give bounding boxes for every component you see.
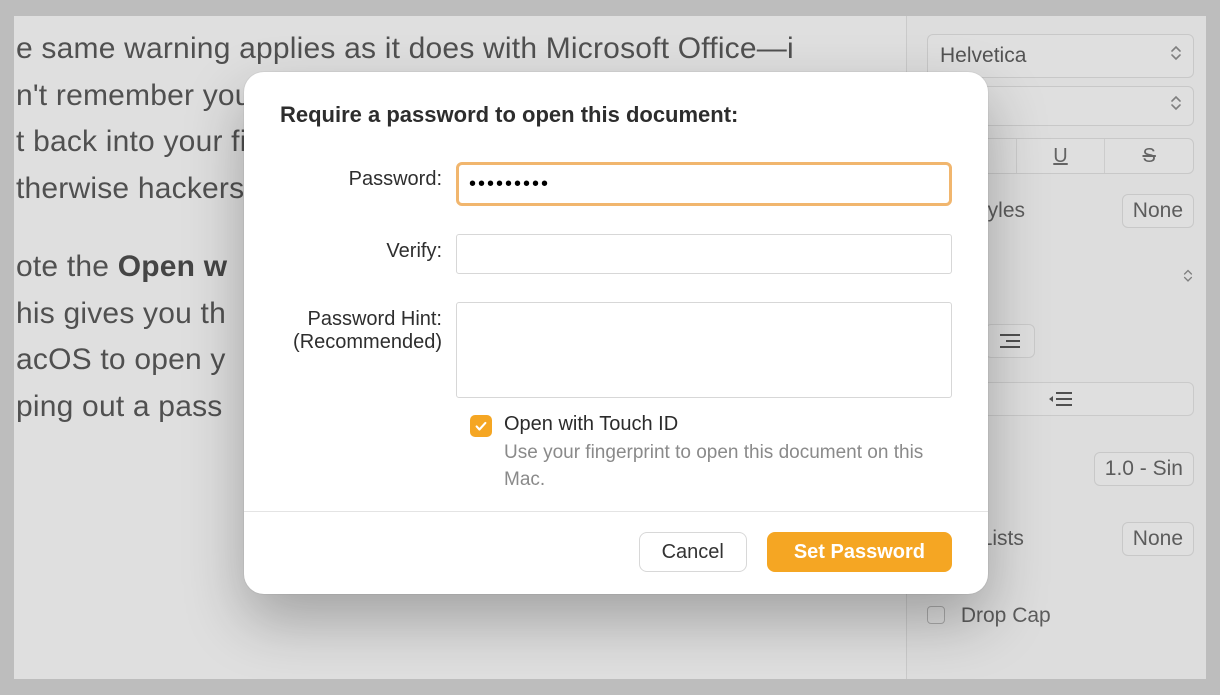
password-modal: Require a password to open this document… <box>244 72 988 594</box>
password-label: Password: <box>280 162 456 191</box>
hint-input[interactable] <box>456 302 952 398</box>
modal-title: Require a password to open this document… <box>280 102 952 128</box>
touch-id-help: Use your fingerprint to open this docume… <box>504 440 952 493</box>
verify-input[interactable] <box>456 234 952 274</box>
password-input[interactable] <box>456 162 952 206</box>
verify-label: Verify: <box>280 234 456 263</box>
touch-id-checkbox[interactable] <box>470 415 492 437</box>
touch-id-label: Open with Touch ID <box>504 413 952 436</box>
set-password-button[interactable]: Set Password <box>767 532 952 572</box>
hint-label: Password Hint: (Recommended) <box>280 302 456 354</box>
cancel-button[interactable]: Cancel <box>639 532 747 572</box>
